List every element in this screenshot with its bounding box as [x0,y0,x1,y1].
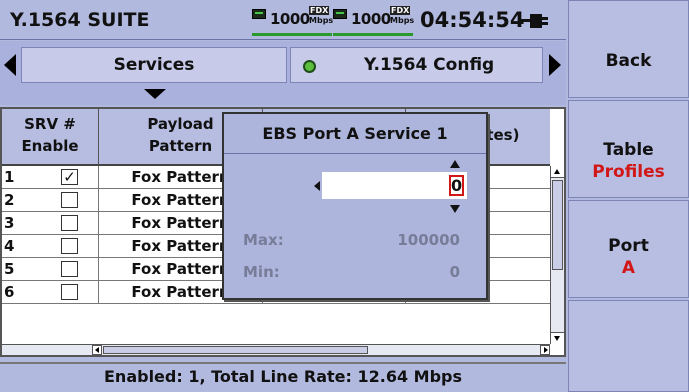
min-label: Min: [243,263,280,281]
port-b-speed: 1000 [351,10,391,28]
ebs-value-dialog: EBS Port A Service 1 0 Max: 100000 Min: … [222,112,488,300]
port-button-label: Port [608,236,649,256]
port-a-duplex: FDX [309,6,330,15]
enable-checkbox[interactable] [61,192,78,208]
header-srv-enable: SRV # Enable [2,109,99,166]
row-number: 1 [4,168,15,186]
enable-checkbox[interactable] [61,284,78,300]
enable-checkbox[interactable]: ✓ [61,169,78,185]
scrollbar-thumb[interactable] [552,180,563,270]
port-a-link-bar [252,33,332,36]
enable-checkbox-cell [34,235,99,258]
status-bar: Enabled: 1, Total Line Rate: 12.64 Mbps [0,362,566,392]
back-button-label: Back [605,51,652,71]
scroll-left-icon[interactable] [92,345,102,355]
enable-checkbox-cell [34,281,99,304]
port-b-link-bar [333,33,413,36]
scroll-down-icon[interactable] [551,332,564,344]
ebs-value-digit[interactable]: 0 [449,175,464,196]
network-port-icon [252,9,266,19]
status-led-icon [303,60,316,73]
port-button-value: A [621,258,636,278]
scrollbar-thumb[interactable] [103,346,368,354]
table-profiles-button[interactable]: Table Profiles [568,100,689,198]
max-value: 100000 [397,231,460,249]
scroll-up-icon[interactable] [551,166,564,178]
port-button[interactable]: Port A [568,200,689,298]
ebs-value-input[interactable]: 0 [322,172,467,199]
row-number: 3 [4,214,15,232]
row-number: 2 [4,191,15,209]
max-label: Max: [243,231,284,249]
clock: 04:54:54 [420,8,525,32]
tab-config-label: Y.1564 Config [364,55,495,75]
empty-softkey[interactable] [568,300,689,392]
back-button[interactable]: Back [568,0,689,98]
enable-checkbox-cell: ✓ [34,166,99,189]
port-b-duplex: FDX [390,6,411,15]
increment-arrow-icon[interactable] [450,160,460,168]
enable-checkbox[interactable] [61,238,78,254]
enable-checkbox-cell [34,258,99,281]
tab-navigation: Services Y.1564 Config [0,41,566,105]
enable-checkbox[interactable] [61,215,78,231]
horizontal-scrollbar[interactable] [2,344,550,355]
enable-checkbox[interactable] [61,261,78,277]
port-a-speed: 1000 [270,10,310,28]
nav-left-arrow-icon[interactable] [4,54,16,76]
decrement-arrow-icon[interactable] [450,205,460,213]
min-value: 0 [449,263,460,281]
app-title: Y.1564 SUITE [10,9,150,31]
enable-checkbox-cell [34,189,99,212]
tab-y1564-config[interactable]: Y.1564 Config [290,47,543,83]
scroll-right-icon[interactable] [540,345,550,355]
port-b-unit: Mbps [390,16,415,25]
tab-services-label: Services [113,55,195,75]
dialog-title: EBS Port A Service 1 [224,114,486,154]
table-button-label: Table [603,140,654,160]
tab-services[interactable]: Services [21,47,287,83]
table-button-value: Profiles [592,162,665,182]
screen: Y.1564 SUITE 1000 FDX Mbps 1000 FDX Mbps… [0,0,689,392]
row-number: 5 [4,260,15,278]
status-header: Y.1564 SUITE 1000 FDX Mbps 1000 FDX Mbps… [0,0,566,40]
header-srv-label: SRV # [24,115,76,133]
cursor-left-arrow-icon[interactable] [314,181,320,191]
nav-right-arrow-icon[interactable] [549,54,561,76]
row-number: 6 [4,283,15,301]
active-tab-caret-icon [144,89,166,99]
network-port-icon [333,9,347,19]
enable-checkbox-cell [34,212,99,235]
header-enable-label: Enable [21,137,79,155]
vertical-scrollbar[interactable] [550,166,564,344]
power-plug-icon [518,14,554,28]
row-number: 4 [4,237,15,255]
port-a-unit: Mbps [309,16,334,25]
